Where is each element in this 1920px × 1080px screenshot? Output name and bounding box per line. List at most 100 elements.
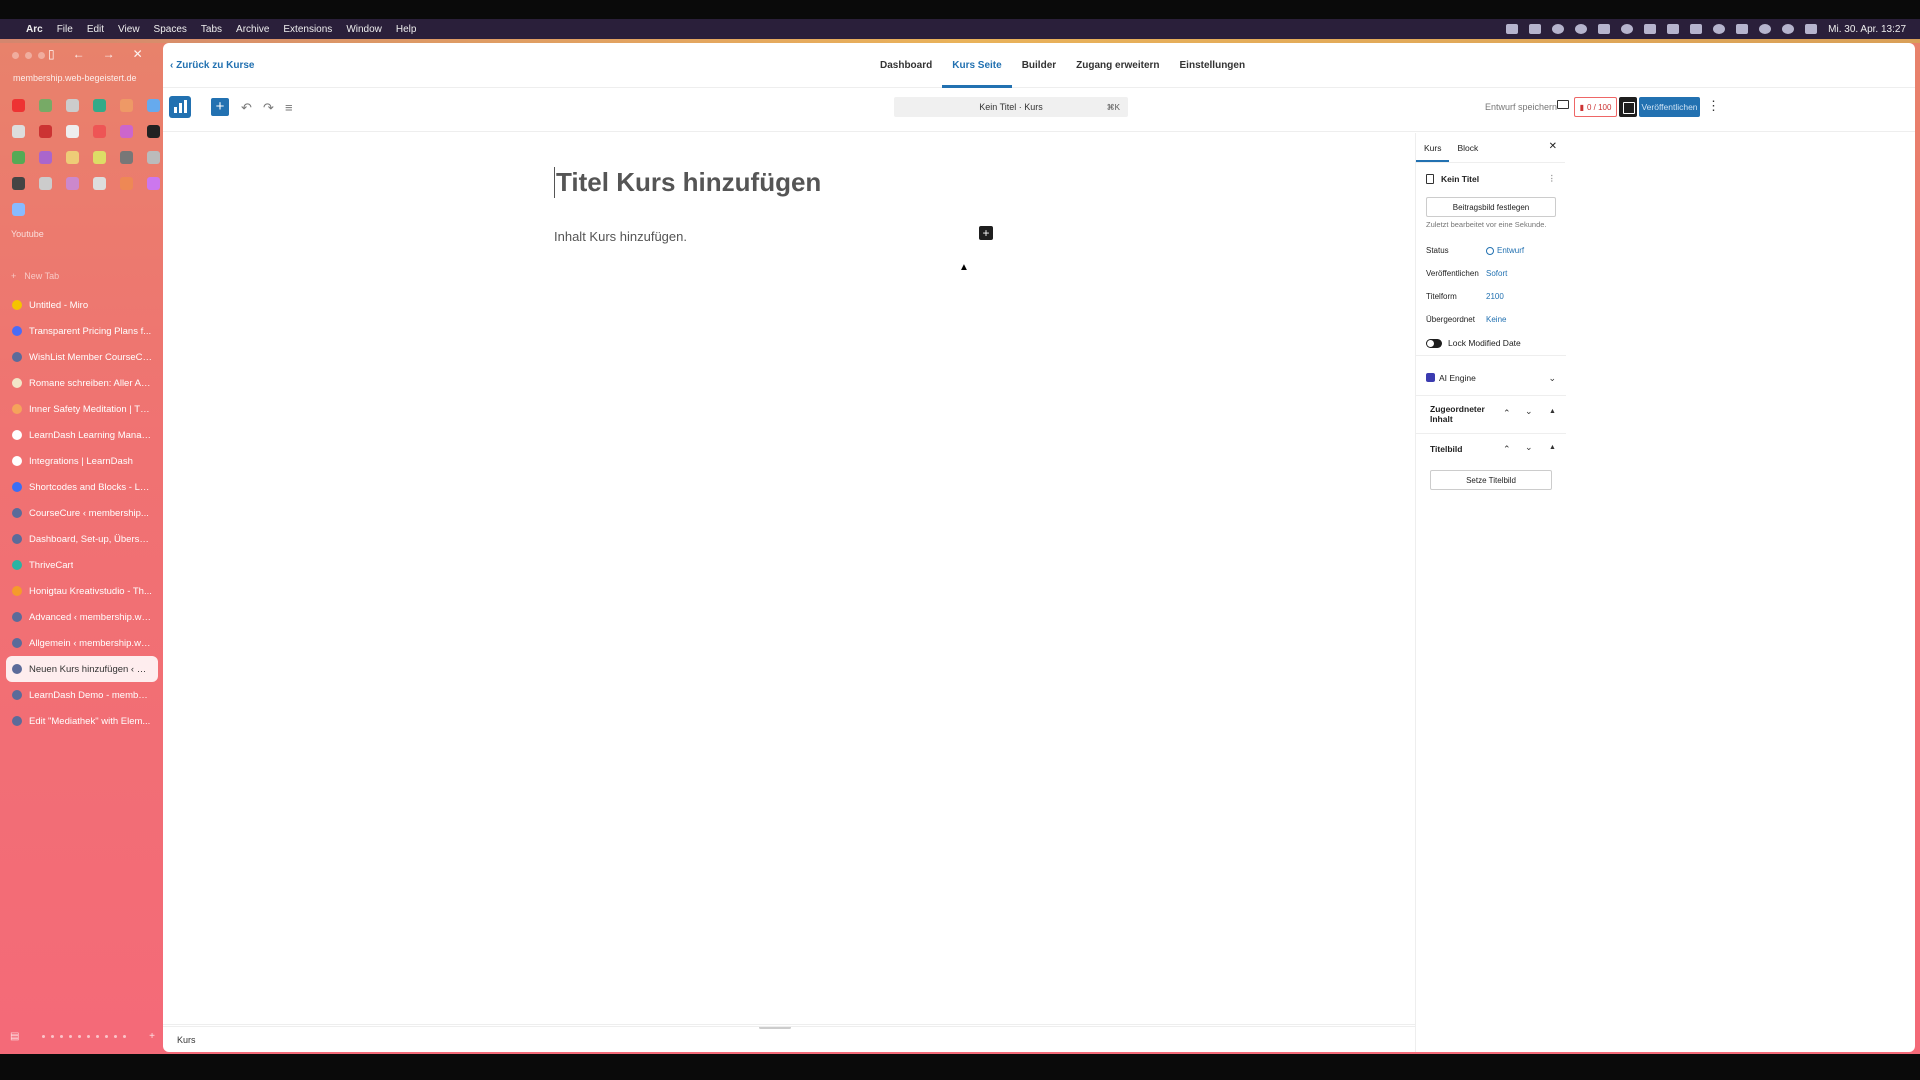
move-up-icon[interactable]: ⌃ [1503, 408, 1511, 419]
app-status-icon[interactable] [1598, 24, 1611, 34]
favorite-tab-icon[interactable] [120, 177, 133, 190]
favorite-tab-icon[interactable] [12, 99, 25, 112]
tab-zugang-erweitern[interactable]: Zugang erweitern [1066, 43, 1169, 88]
favorite-tab-icon[interactable] [120, 125, 133, 138]
camera-icon[interactable] [1529, 24, 1542, 34]
space-section-title[interactable]: Youtube [11, 229, 44, 239]
favorite-tab-icon[interactable] [93, 151, 106, 164]
wifi-icon[interactable] [1759, 24, 1772, 34]
sidebar-url[interactable]: membership.web-begeistert.de [13, 73, 137, 83]
new-tab-button[interactable]: + New Tab [11, 271, 59, 281]
menubar-item-file[interactable]: File [57, 24, 73, 35]
sidebar-tab[interactable]: LearnDash Demo - member... [6, 682, 158, 708]
calendar-icon[interactable] [1690, 24, 1703, 34]
move-down-icon[interactable]: ⌄ [1525, 406, 1533, 417]
settings-sidebar-toggle[interactable] [1619, 97, 1637, 117]
panel-tab-kurs[interactable]: Kurs [1416, 133, 1449, 162]
post-title-input[interactable]: Titel Kurs hinzufügen [554, 167, 821, 198]
favorite-tab-icon[interactable] [12, 203, 25, 216]
maximize-window-button[interactable] [38, 52, 45, 59]
favorite-tab-icon[interactable] [12, 151, 25, 164]
parent-value[interactable]: Keine [1486, 315, 1506, 324]
close-window-button[interactable] [12, 52, 19, 59]
screen-share-icon[interactable] [1506, 24, 1519, 34]
favorite-tab-icon[interactable] [66, 177, 79, 190]
library-icon[interactable]: ▤ [10, 1031, 19, 1042]
seo-score-button[interactable]: ▮ 0 / 100 [1574, 97, 1617, 117]
tab-builder[interactable]: Builder [1012, 43, 1066, 88]
sidebar-tab[interactable]: Transparent Pricing Plans f... [6, 318, 158, 344]
command-palette-bar[interactable]: Kein Titel · Kurs ⌘K [894, 97, 1128, 117]
publish-value[interactable]: Sofort [1486, 269, 1507, 278]
assigned-content-title[interactable]: Zugeordneter Inhalt [1430, 404, 1490, 424]
ai-engine-section[interactable]: AI Engine ⌄ [1416, 355, 1566, 395]
shield-icon[interactable] [1667, 24, 1680, 34]
favorite-tab-icon[interactable] [147, 151, 160, 164]
menubar-item-help[interactable]: Help [396, 24, 417, 35]
control-center-icon[interactable] [1805, 24, 1818, 34]
menubar-item-view[interactable]: View [118, 24, 140, 35]
space-switcher-dots[interactable] [42, 1035, 127, 1038]
content-placeholder[interactable]: Inhalt Kurs hinzufügen. [554, 229, 687, 244]
favorite-tab-icon[interactable] [39, 99, 52, 112]
favorite-tab-icon[interactable] [147, 177, 160, 190]
menubar-item-window[interactable]: Window [346, 24, 382, 35]
sidebar-tab[interactable]: LearnDash Learning Manag... [6, 422, 158, 448]
undo-icon[interactable]: ↶ [241, 100, 252, 116]
favorite-tab-icon[interactable] [66, 125, 79, 138]
sidebar-tab[interactable]: Neuen Kurs hinzufügen ‹ m... [6, 656, 158, 682]
sidebar-toggle-icon[interactable]: ▯ [48, 47, 55, 61]
sidebar-tab[interactable]: Romane schreiben: Aller An... [6, 370, 158, 396]
back-arrow-icon[interactable]: ← [73, 47, 85, 61]
lock-modified-toggle[interactable] [1426, 338, 1442, 348]
panel-tab-block[interactable]: Block [1449, 133, 1486, 162]
move-up-icon[interactable]: ⌃ [1503, 444, 1511, 455]
vimeo-icon[interactable] [1644, 24, 1657, 34]
favorite-tab-icon[interactable] [120, 151, 133, 164]
favorite-tab-icon[interactable] [93, 177, 106, 190]
menubar-app-name[interactable]: Arc [26, 24, 43, 35]
favorite-tab-icon[interactable] [93, 125, 106, 138]
tab-einstellungen[interactable]: Einstellungen [1170, 43, 1256, 88]
favorite-tab-icon[interactable] [147, 125, 160, 138]
title-form-value[interactable]: 2100 [1486, 292, 1504, 301]
favorite-tab-icon[interactable] [12, 125, 25, 138]
tab-dashboard[interactable]: Dashboard [870, 43, 942, 88]
sidebar-tab[interactable]: CourseCure ‹ membership... [6, 500, 158, 526]
add-space-icon[interactable]: + [149, 1031, 155, 1042]
menubar-item-edit[interactable]: Edit [87, 24, 104, 35]
favorite-tab-icon[interactable] [66, 151, 79, 164]
favorite-tab-icon[interactable] [12, 177, 25, 190]
collapse-icon[interactable]: ▲ [1549, 444, 1556, 451]
set-title-image-button[interactable]: Setze Titelbild [1430, 470, 1552, 490]
inline-inserter-button[interactable]: + [979, 226, 993, 240]
close-panel-icon[interactable]: ✕ [1549, 141, 1557, 152]
menubar-item-spaces[interactable]: Spaces [154, 24, 187, 35]
sidebar-tab[interactable]: ThriveCart [6, 552, 158, 578]
drive-icon[interactable] [1552, 24, 1565, 34]
move-down-icon[interactable]: ⌄ [1525, 442, 1533, 453]
favorite-tab-icon[interactable] [39, 177, 52, 190]
favorite-tab-icon[interactable] [147, 99, 160, 112]
sidebar-tab[interactable]: Inner Safety Meditation | Th... [6, 396, 158, 422]
sidebar-tab[interactable]: Integrations | LearnDash [6, 448, 158, 474]
minimize-window-button[interactable] [25, 52, 32, 59]
favorite-tab-icon[interactable] [39, 125, 52, 138]
status-value[interactable]: Entwurf [1486, 246, 1524, 255]
chevron-down-icon[interactable]: ⌄ [1548, 373, 1556, 384]
tab-kurs-seite[interactable]: Kurs Seite [942, 43, 1011, 88]
time-machine-icon[interactable] [1713, 24, 1726, 34]
menubar-item-tabs[interactable]: Tabs [201, 24, 222, 35]
sidebar-tab[interactable]: Advanced ‹ membership.we... [6, 604, 158, 630]
learndash-logo-icon[interactable] [169, 96, 191, 118]
favorite-tab-icon[interactable] [120, 99, 133, 112]
forward-arrow-icon[interactable]: → [103, 47, 115, 61]
sync-icon[interactable] [1621, 24, 1634, 34]
favorite-tab-icon[interactable] [93, 99, 106, 112]
document-actions-icon[interactable]: ⋮ [1548, 173, 1557, 184]
title-image-title[interactable]: Titelbild [1430, 444, 1462, 454]
sidebar-tab[interactable]: Allgemein ‹ membership.we... [6, 630, 158, 656]
search-icon[interactable] [1782, 24, 1795, 34]
battery-icon[interactable] [1736, 24, 1749, 34]
document-overview-icon[interactable]: ≡ [285, 100, 293, 115]
